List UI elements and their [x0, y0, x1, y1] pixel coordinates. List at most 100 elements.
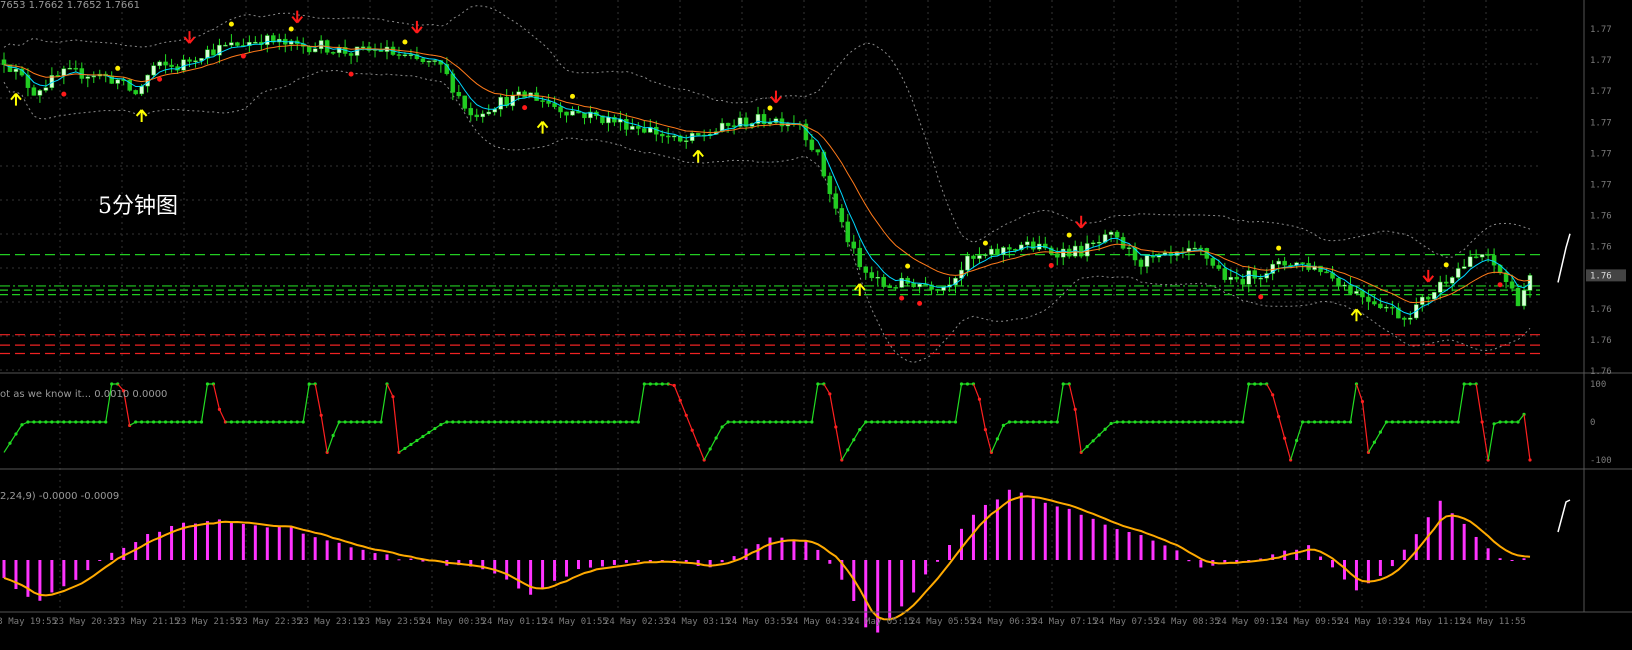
- oscillator-segment: [1367, 441, 1375, 453]
- oscillator-segment: [3, 442, 11, 453]
- oscillator-segment: [823, 383, 831, 395]
- red-signal-dot: [1497, 282, 1503, 288]
- oscillator-segment: [1278, 416, 1286, 439]
- yellow-signal-dot: [402, 39, 408, 45]
- oscillator-segment: [1074, 409, 1082, 453]
- chart-title: 5分钟图: [98, 194, 178, 219]
- candle-body: [468, 108, 474, 116]
- oscillator-segment: [1296, 421, 1304, 441]
- histogram-bar: [1163, 545, 1167, 560]
- candle-body: [157, 61, 162, 66]
- histogram-bar: [732, 556, 736, 560]
- candle-body: [181, 59, 186, 71]
- fast-moving-average: [3, 40, 1531, 315]
- candle-body: [534, 92, 539, 101]
- oscillator-segment: [1290, 440, 1298, 461]
- oscillator-segment: [1355, 383, 1364, 402]
- histogram-bar: [517, 560, 521, 589]
- yellow-signal-dot: [570, 93, 576, 99]
- sell-arrow: [1422, 269, 1435, 283]
- histogram-bar: [62, 560, 66, 587]
- oscillator-segment: [697, 444, 705, 461]
- candle-body: [61, 68, 67, 76]
- candle-body: [169, 64, 174, 67]
- candle-body: [1120, 237, 1126, 249]
- histogram-bar: [588, 560, 592, 568]
- oscillator-segment: [386, 383, 394, 397]
- candle-body: [1449, 277, 1455, 284]
- candle-body: [330, 52, 336, 54]
- oscillator-segment: [212, 383, 221, 410]
- candle-body: [683, 140, 689, 142]
- histogram-bar: [1462, 523, 1466, 560]
- candle-body: [1527, 275, 1533, 291]
- oscillator-panel: [3, 382, 1532, 462]
- buy-arrow: [135, 109, 148, 122]
- oscillator-segment: [984, 429, 992, 453]
- price-axis-label: 1.76: [1590, 336, 1612, 346]
- histogram-bar: [924, 560, 928, 575]
- red-signal-dot: [1258, 294, 1264, 300]
- sell-arrow: [770, 90, 782, 104]
- candle-body: [809, 139, 815, 150]
- histogram-bar: [1366, 560, 1370, 584]
- oscillator-segment: [1056, 383, 1064, 423]
- oscillator-segment: [990, 438, 998, 453]
- candle-body: [1485, 254, 1491, 256]
- histogram-bar: [241, 523, 245, 560]
- histogram-bar: [1486, 548, 1490, 560]
- candle-body: [558, 106, 563, 113]
- price-axis-label: 1.77: [1590, 118, 1612, 128]
- time-axis-label: 24 May 05:55: [910, 617, 975, 627]
- red-signal-dot: [917, 300, 923, 306]
- candle-body: [253, 41, 258, 44]
- oscillator-segment: [954, 383, 963, 423]
- candle-body: [1354, 291, 1359, 294]
- candle-body: [67, 67, 73, 70]
- candle-body: [43, 87, 49, 91]
- histogram-bar: [816, 549, 820, 560]
- time-axis-label: 24 May 06:35: [971, 617, 1036, 627]
- candle-body: [1234, 276, 1240, 280]
- histogram-bar: [1079, 514, 1083, 560]
- histogram-bar: [1498, 558, 1502, 560]
- candle-body: [857, 247, 863, 268]
- histogram-bar: [1307, 545, 1311, 560]
- time-axis-label: 24 May 10:35: [1338, 617, 1403, 627]
- candle-body: [360, 46, 366, 49]
- candle-body: [151, 65, 156, 76]
- candle-body: [1437, 281, 1443, 293]
- oscillator-segment: [1379, 421, 1387, 433]
- histogram-bar: [1019, 492, 1023, 560]
- yellow-signal-dot: [1066, 232, 1072, 238]
- candle-body: [570, 110, 575, 116]
- histogram-bar: [720, 560, 724, 563]
- histogram-bar: [193, 523, 197, 560]
- histogram-bar: [636, 560, 640, 562]
- oscillator-segment: [326, 435, 334, 453]
- candle-body: [1126, 247, 1132, 249]
- histogram-bar: [565, 560, 569, 577]
- lower-band: [3, 69, 1531, 364]
- time-axis-label: 23 May 20:35: [53, 617, 118, 627]
- candle-body: [163, 61, 168, 66]
- candle-body: [85, 76, 91, 79]
- time-axis-label: 24 May 03:55: [726, 617, 791, 627]
- macd-panel: [2, 489, 1531, 633]
- candles: [1, 32, 1533, 327]
- oscillator-segment: [703, 448, 711, 461]
- time-axis-label: 24 May 07:15: [1032, 617, 1097, 627]
- histogram-bar: [265, 527, 269, 560]
- oscillator-segment: [847, 439, 855, 451]
- histogram-bar: [337, 542, 341, 560]
- oscillator-segment: [1272, 394, 1280, 417]
- oscillator-segment: [1284, 438, 1292, 461]
- candle-body: [1402, 317, 1407, 320]
- oscillator-segment: [835, 426, 843, 461]
- histogram-bar: [217, 519, 221, 560]
- candle-body: [13, 68, 19, 72]
- candle-body: [402, 54, 408, 56]
- yellow-signal-dot: [115, 65, 121, 71]
- candle-body: [1276, 260, 1281, 265]
- time-axis-label: 24 May 09:55: [1277, 617, 1342, 627]
